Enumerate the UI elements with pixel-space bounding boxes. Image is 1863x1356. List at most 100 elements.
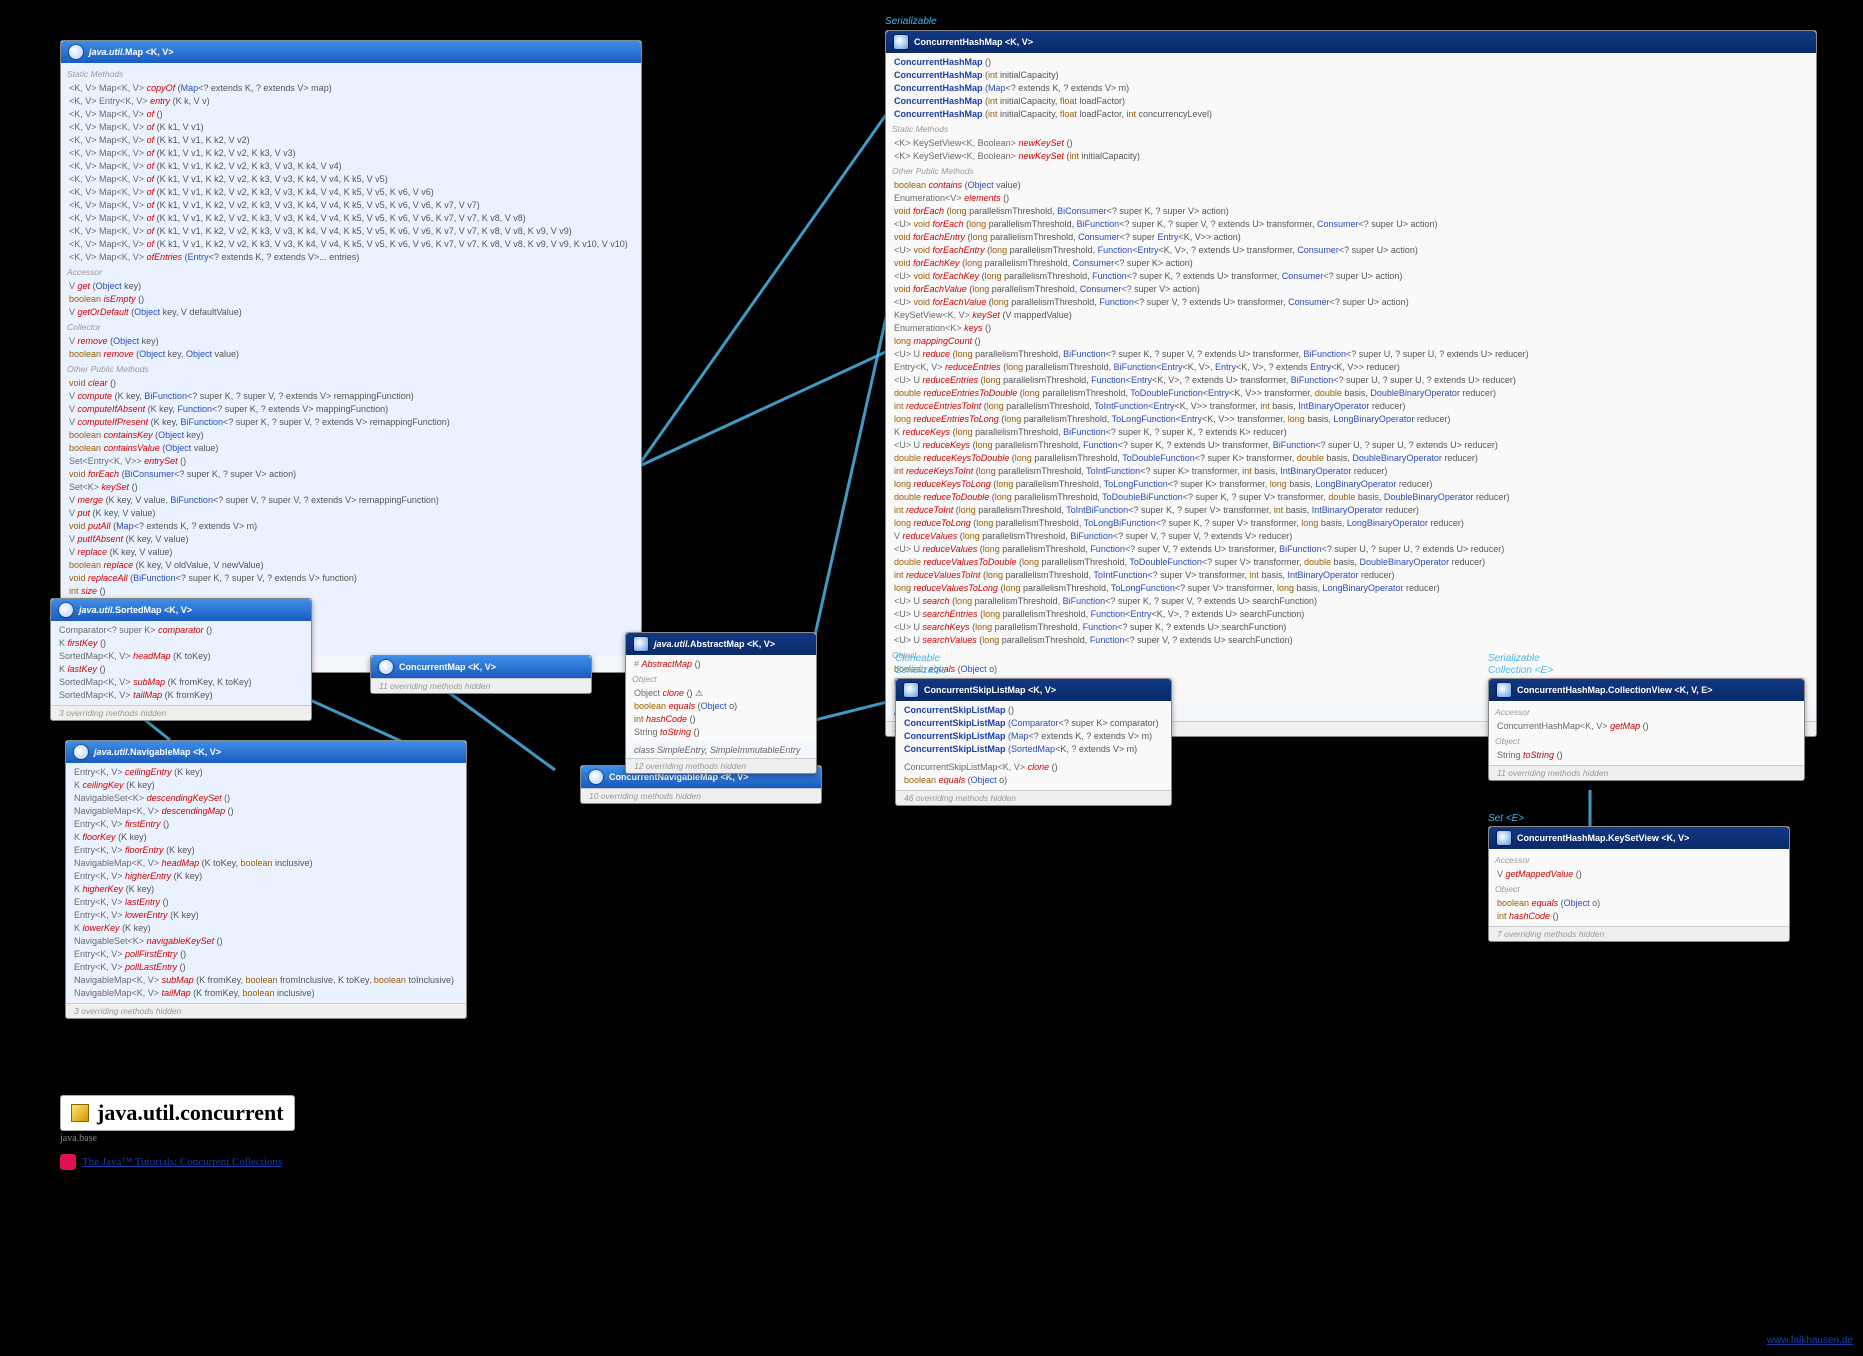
method-row: K lowerKey (K key) [72,922,460,935]
class-icon [1497,831,1511,845]
class-icon [1497,683,1511,697]
method-row: <K> KeySetView<K, Boolean> newKeySet () [892,137,1810,150]
method-row: double reduceEntriesToDouble (long paral… [892,387,1810,400]
constructor-row: ConcurrentHashMap (int initialCapacity, … [892,108,1810,121]
method-row: SortedMap<K, V> tailMap (K fromKey) [57,689,305,702]
method-row: void putAll (Map<? extends K, ? extends … [67,520,635,533]
class-collectionview: ConcurrentHashMap.CollectionView <K, V, … [1488,678,1805,781]
method-row: <U> U search (long parallelismThreshold,… [892,595,1810,608]
method-row: <U> U reduceKeys (long parallelismThresh… [892,439,1810,452]
method-row: Entry<K, V> higherEntry (K key) [72,870,460,883]
section-object: Object [1495,735,1798,748]
section-other-methods: Other Public Methods [67,363,635,376]
method-row: Enumeration<K> keys () [892,322,1810,335]
constructor-row: ConcurrentHashMap () [892,56,1810,69]
method-row: boolean replace (K key, V oldValue, V ne… [67,559,635,572]
header-concurrenthashmap: ConcurrentHashMap <K, V> [886,31,1816,53]
tutorial-link[interactable]: The Java™ Tutorials: Concurrent Collecti… [60,1154,295,1170]
section-object: Object [1495,883,1783,896]
method-row: V get (Object key) [67,280,635,293]
method-row: <K, V> Map<K, V> of () [67,108,635,121]
package-name: java.util.concurrent [97,1100,284,1126]
footer-hidden-methods: 10 overriding methods hidden [581,788,821,803]
header-navigablemap: java.util.NavigableMap <K, V> [66,741,466,763]
interface-icon [589,770,603,784]
interface-icon [379,660,393,674]
header-collectionview: ConcurrentHashMap.CollectionView <K, V, … [1489,679,1804,701]
method-row: String toString () [632,726,810,739]
method-row: <U> U searchKeys (long parallelismThresh… [892,621,1810,634]
method-row: V getMappedValue () [1495,868,1783,881]
method-row: <K, V> Map<K, V> of (K k1, V v1, K k2, V… [67,160,635,173]
method-row: void replaceAll (BiFunction<? super K, ?… [67,572,635,585]
method-row: Entry<K, V> lastEntry () [72,896,460,909]
method-row: void forEach (BiConsumer<? super K, ? su… [67,468,635,481]
method-row: K lastKey () [57,663,305,676]
method-row: <K, V> Map<K, V> of (K k1, V v1, K k2, V… [67,173,635,186]
watermark-link[interactable]: www.falkhausen.de [1767,1335,1853,1346]
method-row: <U> void forEachValue (long parallelismT… [892,296,1810,309]
class-keysetview: ConcurrentHashMap.KeySetView <K, V> Acce… [1488,826,1790,942]
method-row: K floorKey (K key) [72,831,460,844]
method-row: boolean containsKey (Object key) [67,429,635,442]
method-row: <K, V> Map<K, V> of (K k1, V v1) [67,121,635,134]
method-row: Entry<K, V> lowerEntry (K key) [72,909,460,922]
section-collector: Collector [67,321,635,334]
method-row: int reduceToInt (long parallelismThresho… [892,504,1810,517]
footer-hidden-methods: 11 overriding methods hidden [1489,765,1804,780]
method-row: double reduceToDouble (long parallelismT… [892,491,1810,504]
constructor-row: ConcurrentSkipListMap (Comparator<? supe… [902,717,1165,730]
method-row: <K, V> Map<K, V> of (K k1, V v1, K k2, V… [67,225,635,238]
method-row: <U> void forEachKey (long parallelismThr… [892,270,1810,283]
method-row: long reduceKeysToLong (long parallelismT… [892,478,1810,491]
package-icon [71,1104,89,1122]
footer-hidden-methods: 46 overriding methods hidden [896,790,1171,805]
method-row: boolean equals (Object o) [1495,897,1783,910]
constructor-row: ConcurrentSkipListMap (SortedMap<K, ? ex… [902,743,1165,756]
method-row: int hashCode () [1495,910,1783,923]
method-row: <U> U reduce (long parallelismThreshold,… [892,348,1810,361]
method-row: void forEachEntry (long parallelismThres… [892,231,1810,244]
method-row: int reduceEntriesToInt (long parallelism… [892,400,1810,413]
method-row: boolean isEmpty () [67,293,635,306]
method-row: ConcurrentSkipListMap<K, V> clone () [902,761,1165,774]
footer-hidden-methods: 3 overriding methods hidden [66,1003,466,1018]
class-icon [894,35,908,49]
method-row: Entry<K, V> floorEntry (K key) [72,844,460,857]
interface-map: java.util.Map <K, V> Static Methods <K, … [60,40,642,673]
header-concurrentmap: ConcurrentMap <K, V> [371,656,591,678]
method-row: boolean equals (Object o) [892,663,1810,676]
method-row: <K, V> Map<K, V> of (K k1, V v1, K k2, V… [67,212,635,225]
footer-hidden-methods: 12 overriding methods hidden [626,758,816,773]
method-row: int reduceKeysToInt (long parallelismThr… [892,465,1810,478]
method-row: <U> U reduceEntries (long parallelismThr… [892,374,1810,387]
method-row: ConcurrentHashMap<K, V> getMap () [1495,720,1798,733]
constructor-row: ConcurrentHashMap (int initialCapacity, … [892,95,1810,108]
header-map: java.util.Map <K, V> [61,41,641,63]
method-row: Comparator<? super K> comparator () [57,624,305,637]
method-row: double reduceValuesToDouble (long parall… [892,556,1810,569]
badge-serializable: Serializable [885,16,937,27]
method-row: long reduceToLong (long parallelismThres… [892,517,1810,530]
method-row: SortedMap<K, V> subMap (K fromKey, K toK… [57,676,305,689]
method-row: V computeIfPresent (K key, BiFunction<? … [67,416,635,429]
method-row: Entry<K, V> pollLastEntry () [72,961,460,974]
method-row: String toString () [1495,749,1798,762]
method-row: void forEach (long parallelismThreshold,… [892,205,1810,218]
method-row: V getOrDefault (Object key, V defaultVal… [67,306,635,319]
badge-serializable: Serializable [895,665,947,676]
method-row: <K, V> Map<K, V> of (K k1, V v1, K k2, V… [67,186,635,199]
method-row: <K, V> Entry<K, V> entry (K k, V v) [67,95,635,108]
method-row: boolean contains (Object value) [892,179,1810,192]
method-row: boolean equals (Object o) [632,700,810,713]
method-row: V merge (K key, V value, BiFunction<? su… [67,494,635,507]
method-row: NavigableMap<K, V> subMap (K fromKey, bo… [72,974,460,987]
method-row: boolean equals (Object o) [902,774,1165,787]
method-row: V computeIfAbsent (K key, Function<? sup… [67,403,635,416]
section-static-methods: Static Methods [892,123,1810,136]
method-row: double reduceKeysToDouble (long parallel… [892,452,1810,465]
class-icon [904,683,918,697]
header-abstractmap: java.util.AbstractMap <K, V> [626,633,816,655]
method-row: NavigableMap<K, V> tailMap (K fromKey, b… [72,987,460,1000]
method-row: Enumeration<V> elements () [892,192,1810,205]
